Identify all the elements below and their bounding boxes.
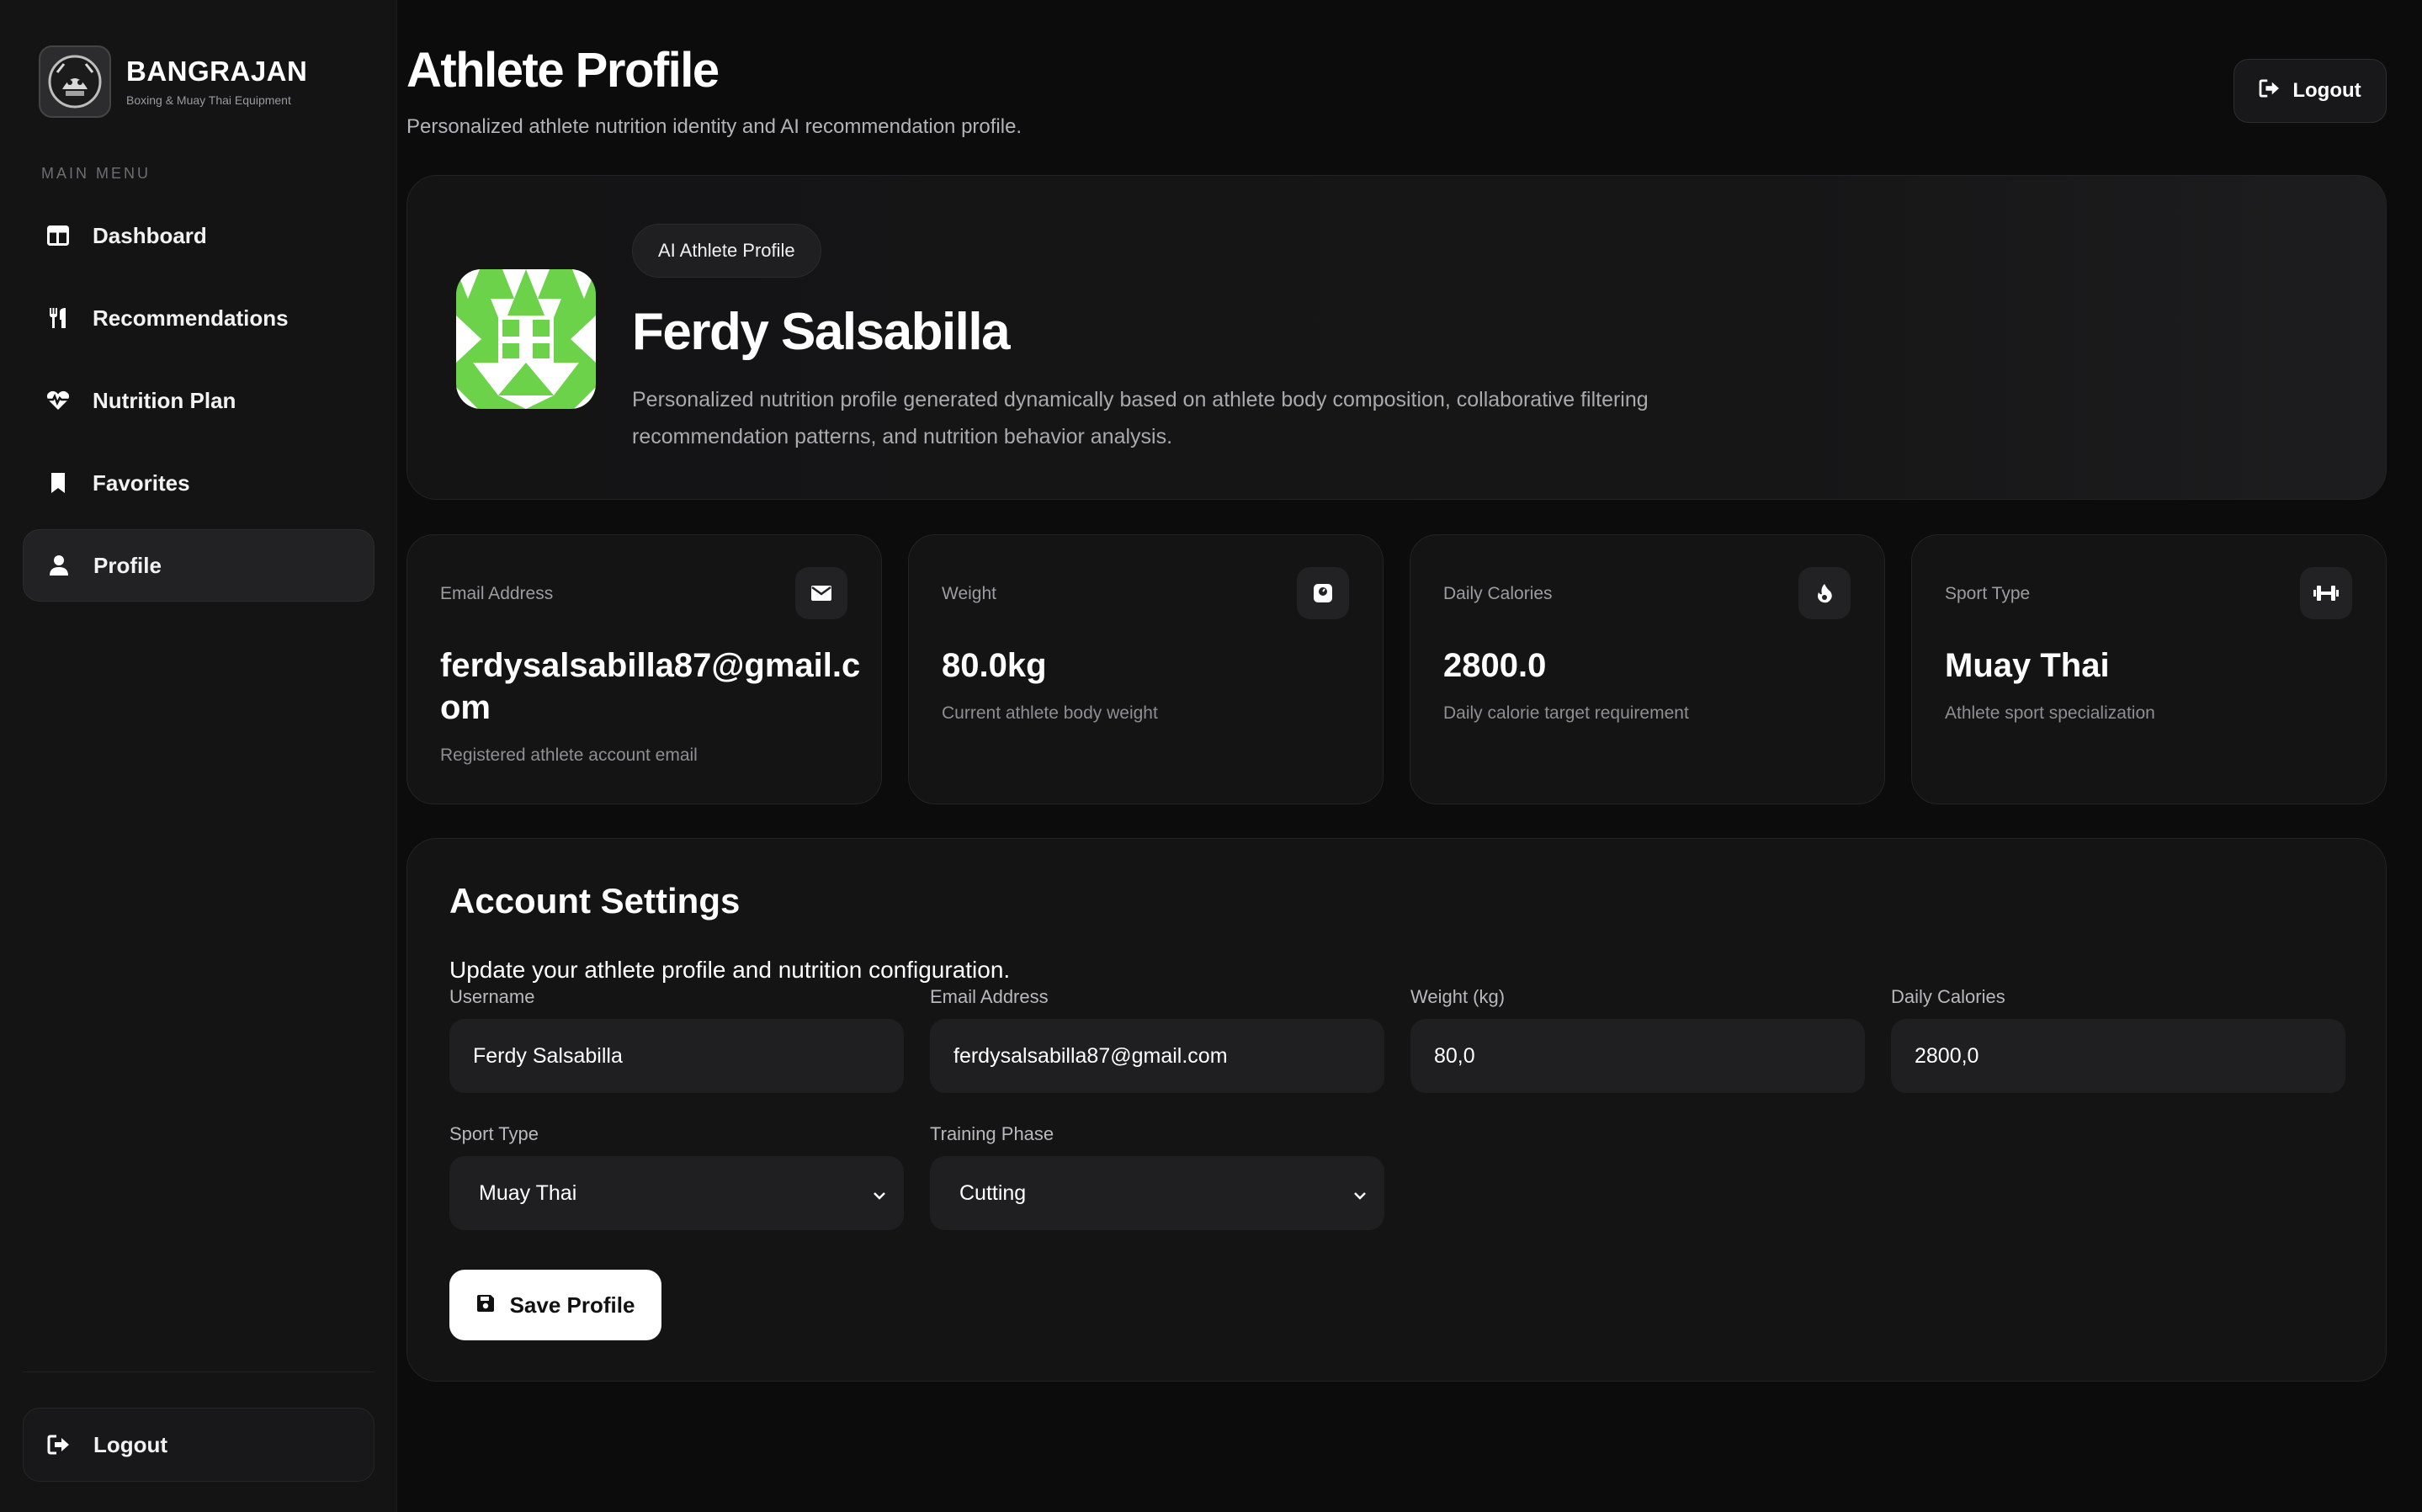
header-logout-button[interactable]: Logout	[2233, 59, 2387, 123]
heart-pulse-icon	[46, 389, 70, 412]
save-profile-button[interactable]: Save Profile	[449, 1270, 661, 1340]
email-field-group: Email Address ferdysalsabilla87@gmail.co…	[930, 986, 1384, 1093]
fire-icon	[1798, 567, 1851, 619]
sidebar-item-label: Recommendations	[93, 305, 289, 331]
sidebar-nav: Dashboard Recommendations Nutrition Plan…	[23, 199, 374, 612]
stat-value: Muay Thai	[1945, 647, 2110, 684]
sidebar-item-dashboard[interactable]: Dashboard	[23, 199, 374, 272]
sidebar-logout-label: Logout	[93, 1431, 168, 1457]
sidebar-divider	[23, 1371, 374, 1372]
logout-icon	[2259, 78, 2281, 103]
brand[interactable]: BANGRAJAN Boxing & Muay Thai Equipment	[39, 45, 307, 118]
calories-input[interactable]: 2800,0	[1891, 1019, 2345, 1093]
phase-label: Training Phase	[930, 1123, 1054, 1144]
athlete-name: Ferdy Salsabilla	[632, 303, 1011, 361]
main-menu-label: MAIN MENU	[41, 165, 151, 182]
ai-profile-badge: AI Athlete Profile	[632, 224, 821, 278]
username-input[interactable]: Ferdy Salsabilla	[449, 1019, 904, 1093]
stat-card-weight: Weight 80.0kg Current athlete body weigh…	[908, 534, 1384, 804]
username-field-group: Username Ferdy Salsabilla	[449, 986, 904, 1093]
email-label: Email Address	[930, 986, 1049, 1007]
brand-tagline: Boxing & Muay Thai Equipment	[126, 93, 291, 108]
weight-field-group: Weight (kg) 80,0	[1410, 986, 1865, 1093]
sidebar-item-profile[interactable]: Profile	[23, 529, 374, 602]
stat-hint: Daily calorie target requirement	[1443, 703, 1689, 723]
bookmark-icon	[46, 471, 70, 495]
brand-logo-icon	[39, 45, 111, 118]
floppy-disk-icon	[476, 1292, 495, 1318]
sport-label: Sport Type	[449, 1123, 539, 1144]
athlete-description: Personalized nutrition profile generated…	[632, 388, 1649, 448]
sport-select[interactable]: Muay Thai	[449, 1156, 904, 1230]
account-settings-title: Account Settings	[449, 881, 741, 920]
sidebar: BANGRAJAN Boxing & Muay Thai Equipment M…	[0, 0, 397, 1512]
app-window: BANGRAJAN Boxing & Muay Thai Equipment M…	[0, 0, 2422, 1512]
sidebar-item-label: Nutrition Plan	[93, 387, 236, 413]
username-label: Username	[449, 986, 535, 1007]
dumbbell-icon	[2300, 567, 2352, 619]
chevron-down-icon	[1353, 1181, 1367, 1206]
email-input[interactable]: ferdysalsabilla87@gmail.com	[930, 1019, 1384, 1093]
stat-label: Daily Calories	[1443, 584, 1553, 603]
sport-field-group: Sport Type Muay Thai	[449, 1123, 904, 1230]
weight-input[interactable]: 80,0	[1410, 1019, 1865, 1093]
account-settings-card: Account Settings Update your athlete pro…	[406, 838, 2387, 1382]
stat-value: 2800.0	[1443, 647, 1547, 684]
account-settings-subtitle: Update your athlete profile and nutritio…	[449, 957, 1011, 983]
header-logout-label: Logout	[2292, 79, 2361, 102]
weight-label: Weight (kg)	[1410, 986, 1506, 1007]
stat-value: ferdysalsabilla87@gmail.com	[440, 647, 861, 726]
page-title: Athlete Profile	[406, 43, 720, 98]
brand-name: BANGRAJAN	[126, 55, 308, 87]
chevron-down-icon	[873, 1181, 886, 1206]
utensils-icon	[46, 306, 70, 330]
page-subtitle: Personalized athlete nutrition identity …	[406, 115, 1022, 138]
sidebar-item-nutrition-plan[interactable]: Nutrition Plan	[23, 364, 374, 437]
sidebar-item-label: Dashboard	[93, 222, 207, 248]
phase-select-value: Cutting	[959, 1180, 1027, 1205]
phase-select[interactable]: Cutting	[930, 1156, 1384, 1230]
save-profile-label: Save Profile	[509, 1292, 635, 1318]
logout-icon	[47, 1433, 71, 1456]
stat-label: Sport Type	[1945, 584, 2031, 603]
stat-card-sport: Sport Type Muay Thai Athlete sport speci…	[1911, 534, 2387, 804]
phase-field-group: Training Phase Cutting	[930, 1123, 1384, 1230]
sport-select-value: Muay Thai	[479, 1180, 577, 1205]
user-icon	[47, 554, 71, 577]
stat-hint: Registered athlete account email	[440, 745, 698, 765]
sidebar-item-label: Favorites	[93, 470, 190, 496]
stat-label: Email Address	[440, 584, 554, 603]
sidebar-logout-button[interactable]: Logout	[23, 1408, 374, 1482]
sidebar-item-label: Profile	[93, 552, 162, 578]
stat-value: 80.0kg	[942, 647, 1047, 684]
avatar	[456, 269, 596, 409]
weight-scale-icon	[1297, 567, 1349, 619]
stat-hint: Athlete sport specialization	[1945, 703, 2155, 723]
stat-card-email: Email Address ferdysalsabilla87@gmail.co…	[406, 534, 882, 804]
calories-label: Daily Calories	[1891, 986, 2005, 1007]
envelope-icon	[795, 567, 847, 619]
calories-field-group: Daily Calories 2800,0	[1891, 986, 2345, 1093]
dashboard-icon	[46, 224, 70, 247]
athlete-hero-card: AI Athlete Profile Ferdy Salsabilla Pers…	[406, 175, 2387, 500]
stat-card-calories: Daily Calories 2800.0 Daily calorie targ…	[1410, 534, 1885, 804]
stat-label: Weight	[942, 584, 996, 603]
sidebar-item-recommendations[interactable]: Recommendations	[23, 282, 374, 354]
stat-hint: Current athlete body weight	[942, 703, 1158, 723]
sidebar-item-favorites[interactable]: Favorites	[23, 447, 374, 519]
